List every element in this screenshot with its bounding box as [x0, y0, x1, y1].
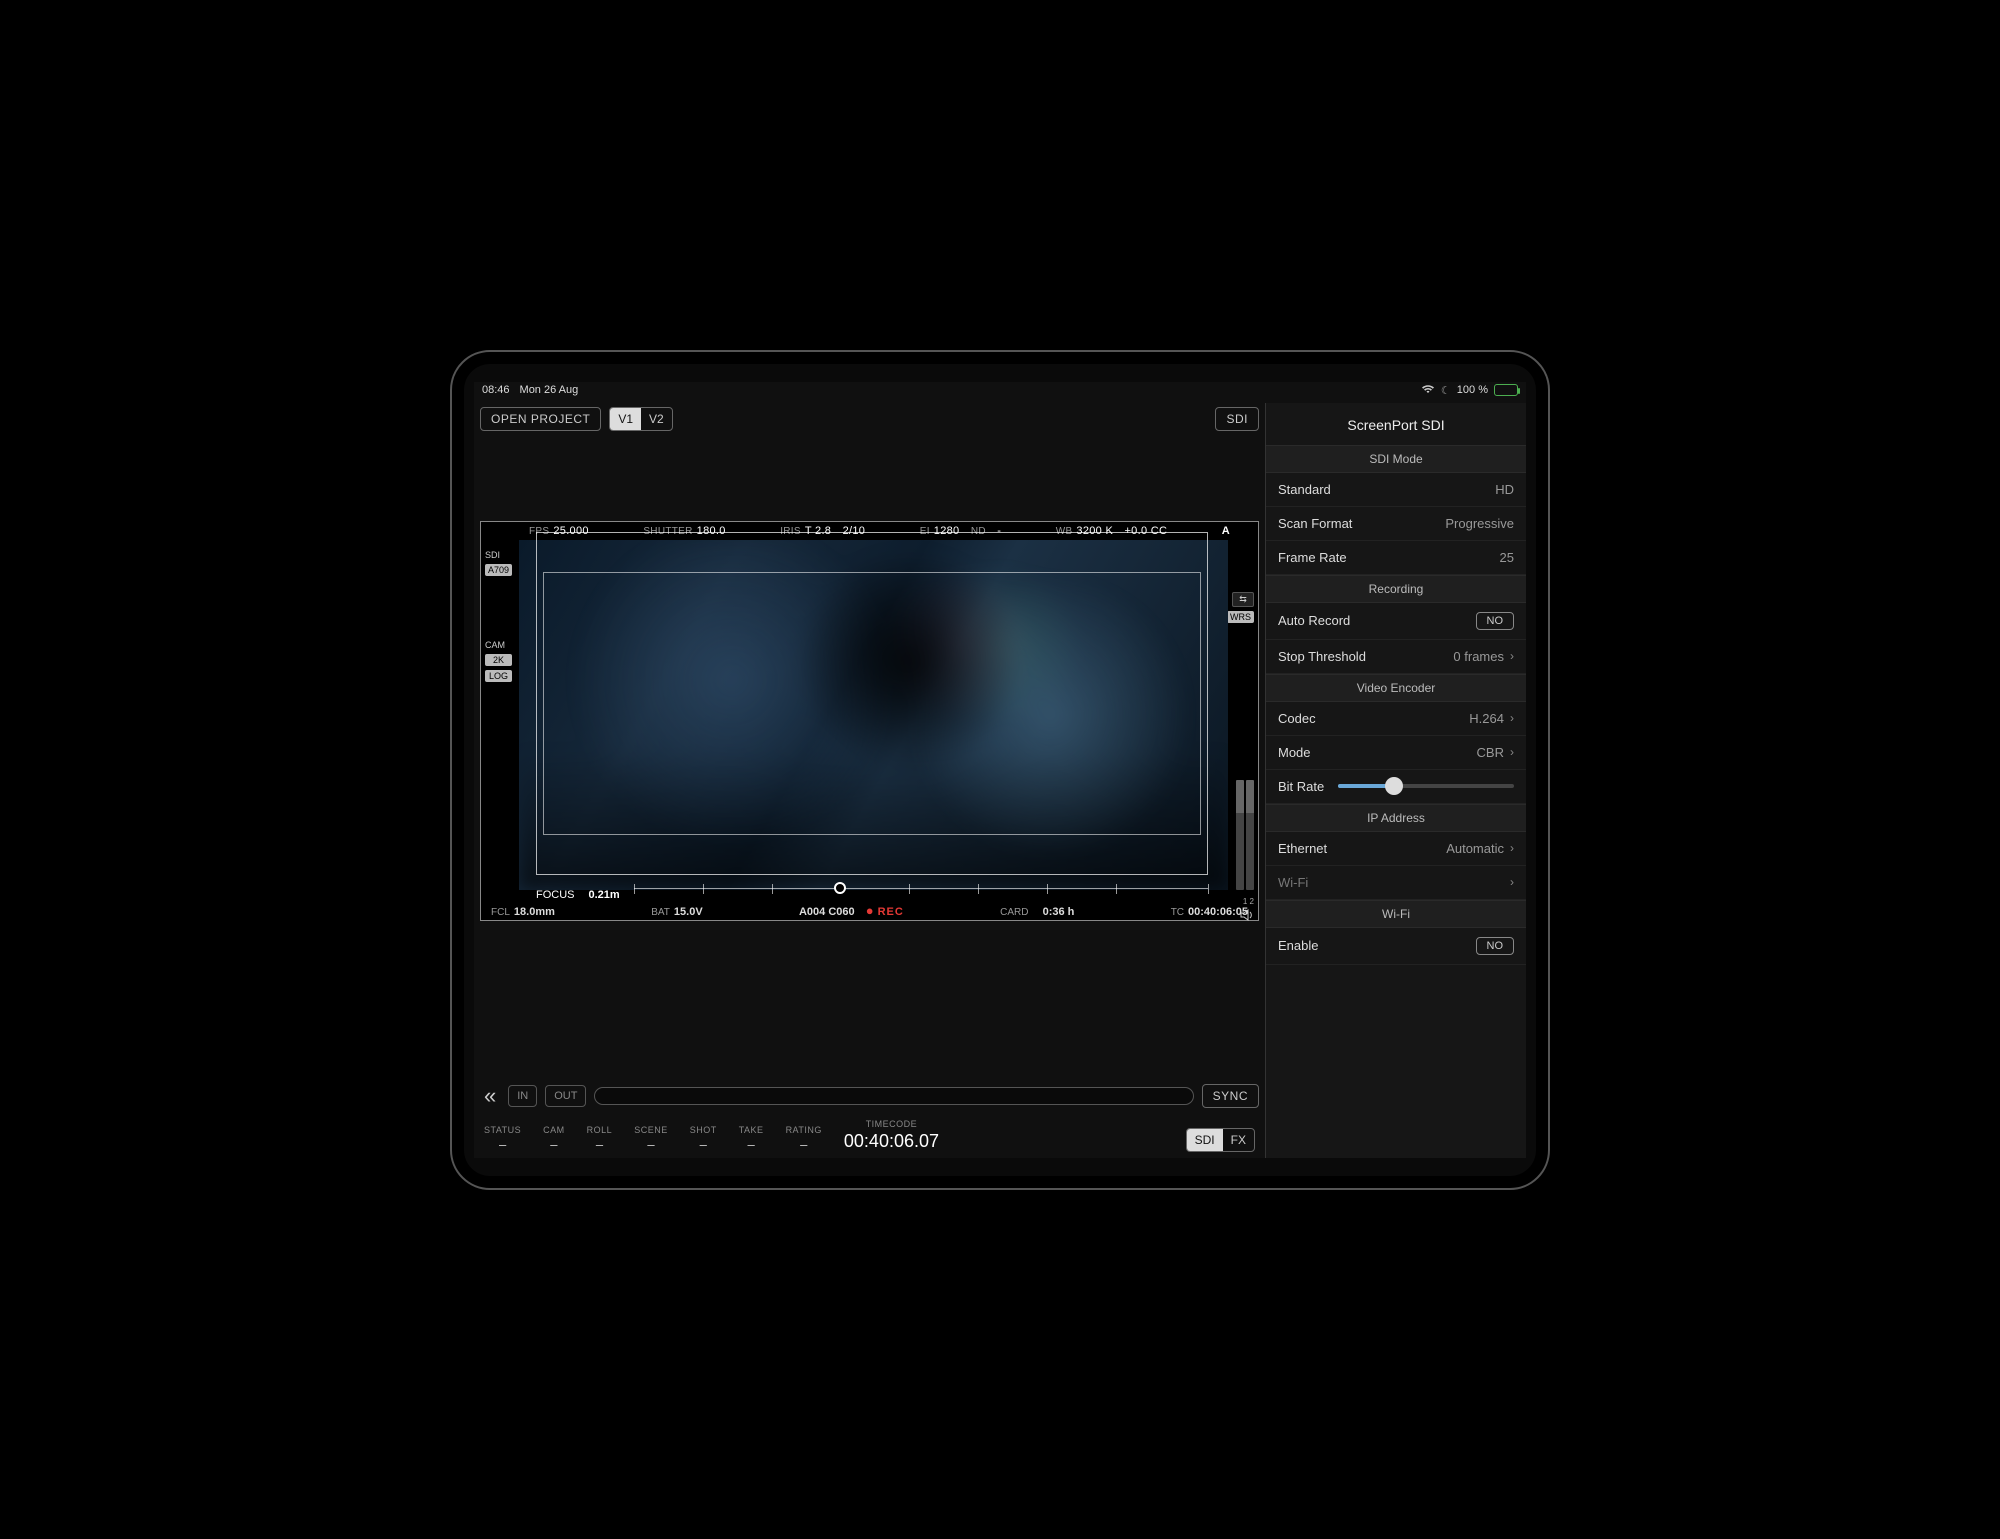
row-stop-threshold[interactable]: Stop Threshold 0 frames› [1266, 640, 1526, 674]
section-recording: Recording [1266, 575, 1526, 603]
col-rating: RATING [786, 1125, 822, 1135]
resolution-badge: 2K [485, 654, 512, 666]
chevron-right-icon: › [1510, 711, 1514, 725]
row-frame-rate[interactable]: Frame Rate 25 [1266, 541, 1526, 575]
val-timecode: 00:40:06.07 [844, 1131, 939, 1152]
row-standard[interactable]: Standard HD [1266, 473, 1526, 507]
val-roll: – [587, 1137, 613, 1152]
row-mode[interactable]: Mode CBR› [1266, 736, 1526, 770]
val-cam: – [543, 1137, 565, 1152]
dnd-icon: ☾ [1441, 384, 1451, 397]
status-date: Mon 26 Aug [520, 384, 579, 396]
view-v2[interactable]: V2 [641, 408, 672, 430]
view-v1[interactable]: V1 [610, 408, 641, 430]
val-scene: – [634, 1137, 668, 1152]
fcl-label: FCL [491, 907, 510, 918]
focus-row: FOCUS 0.21m [536, 888, 1208, 902]
sync-icon: ⇆ [1232, 592, 1254, 607]
wifi-icon [1421, 384, 1435, 397]
rec-dot-icon: ● [866, 903, 874, 918]
settings-title: ScreenPort SDI [1266, 403, 1526, 445]
chevron-right-icon: › [1510, 745, 1514, 759]
screen: 08:46 Mon 26 Aug ☾ 100 % OPEN PROJECT V1… [474, 382, 1526, 1158]
bitrate-knob[interactable] [1385, 777, 1403, 795]
focus-value: 0.21m [589, 889, 620, 901]
val-take: – [739, 1137, 764, 1152]
row-wifi-enable[interactable]: Enable NO [1266, 928, 1526, 965]
bat-label: BAT [651, 907, 670, 918]
section-ip-address: IP Address [1266, 804, 1526, 832]
out-button[interactable]: OUT [545, 1085, 586, 1107]
card-slot: A [1222, 525, 1230, 537]
wrs-badge: WRS [1227, 611, 1254, 623]
status-time: 08:46 [482, 384, 510, 396]
row-bit-rate[interactable]: Bit Rate [1266, 770, 1526, 804]
safe-frame-inner [543, 572, 1201, 835]
row-scan-format[interactable]: Scan Format Progressive [1266, 507, 1526, 541]
view-segmented: V1 V2 [609, 407, 672, 431]
tablet-frame: 08:46 Mon 26 Aug ☾ 100 % OPEN PROJECT V1… [450, 350, 1550, 1190]
cam-badge-label: CAM [485, 640, 512, 650]
val-rating: – [786, 1137, 822, 1152]
top-toolbar: OPEN PROJECT V1 V2 SDI [474, 403, 1265, 441]
sync-button[interactable]: SYNC [1202, 1084, 1259, 1108]
chevron-right-icon: › [1510, 875, 1514, 889]
row-auto-record[interactable]: Auto Record NO [1266, 603, 1526, 640]
footer: « IN OUT SYNC STATUS– CAM– ROLL– SCENE– … [474, 1073, 1265, 1158]
col-take: TAKE [739, 1125, 764, 1135]
rec-indicator: REC [878, 906, 904, 918]
chevron-right-icon: › [1510, 649, 1514, 663]
auto-record-toggle[interactable]: NO [1476, 612, 1515, 630]
row-ethernet[interactable]: Ethernet Automatic› [1266, 832, 1526, 866]
audio-meter [1236, 780, 1254, 890]
col-timecode: TIMECODE [844, 1119, 939, 1129]
row-codec[interactable]: Codec H.264› [1266, 702, 1526, 736]
tc-value: 00:40:06:05 [1188, 906, 1248, 918]
bat-value: 15.0V [674, 906, 703, 918]
overlay-bottom: FCL 18.0mm BAT 15.0V A004 C060 ● REC CARD 0… [491, 903, 1248, 918]
scrub-bar[interactable] [594, 1087, 1193, 1105]
bitrate-slider[interactable] [1338, 784, 1514, 788]
video-monitor[interactable]: FPS25.000 SHUTTER180.0 IRIST 2.8 2/10 EI… [480, 521, 1259, 921]
status-bar: 08:46 Mon 26 Aug ☾ 100 % [474, 382, 1526, 403]
focus-scale[interactable] [634, 888, 1208, 902]
main-panel: OPEN PROJECT V1 V2 SDI FPS25.000 SHUTTER… [474, 403, 1266, 1158]
tc-label: TC [1171, 907, 1184, 918]
right-badges: ⇆ WRS [1227, 592, 1254, 623]
section-sdi-mode: SDI Mode [1266, 445, 1526, 473]
wifi-enable-toggle[interactable]: NO [1476, 937, 1515, 955]
section-video-encoder: Video Encoder [1266, 674, 1526, 702]
left-badges: SDI A709 CAM 2K LOG [485, 548, 512, 682]
col-shot: SHOT [690, 1125, 717, 1135]
card-label: CARD [1000, 907, 1028, 918]
focus-marker[interactable] [834, 882, 846, 894]
sdi-button[interactable]: SDI [1215, 407, 1259, 431]
collapse-icon[interactable]: « [480, 1083, 500, 1109]
colorspace-badge: A709 [485, 564, 512, 576]
row-wifi-ip[interactable]: Wi-Fi › [1266, 866, 1526, 900]
col-roll: ROLL [587, 1125, 613, 1135]
chevron-right-icon: › [1510, 841, 1514, 855]
col-cam: CAM [543, 1125, 565, 1135]
battery-pct: 100 % [1457, 384, 1488, 396]
settings-panel: ScreenPort SDI SDI Mode Standard HD Scan… [1266, 403, 1526, 1158]
fcl-value: 18.0mm [514, 906, 555, 918]
output-sdi[interactable]: SDI [1187, 1129, 1223, 1151]
section-wifi: Wi-Fi [1266, 900, 1526, 928]
sdi-badge-label: SDI [485, 550, 512, 560]
col-status: STATUS [484, 1125, 521, 1135]
val-shot: – [690, 1137, 717, 1152]
in-button[interactable]: IN [508, 1085, 537, 1107]
val-status: – [484, 1137, 521, 1152]
battery-icon [1494, 384, 1518, 396]
output-fx[interactable]: FX [1223, 1129, 1254, 1151]
open-project-button[interactable]: OPEN PROJECT [480, 407, 601, 431]
output-segmented: SDI FX [1186, 1128, 1255, 1152]
card-value: 0:36 h [1043, 906, 1075, 918]
log-badge: LOG [485, 670, 512, 682]
clip-name: A004 C060 [799, 906, 855, 918]
col-scene: SCENE [634, 1125, 668, 1135]
focus-label: FOCUS [536, 889, 575, 901]
